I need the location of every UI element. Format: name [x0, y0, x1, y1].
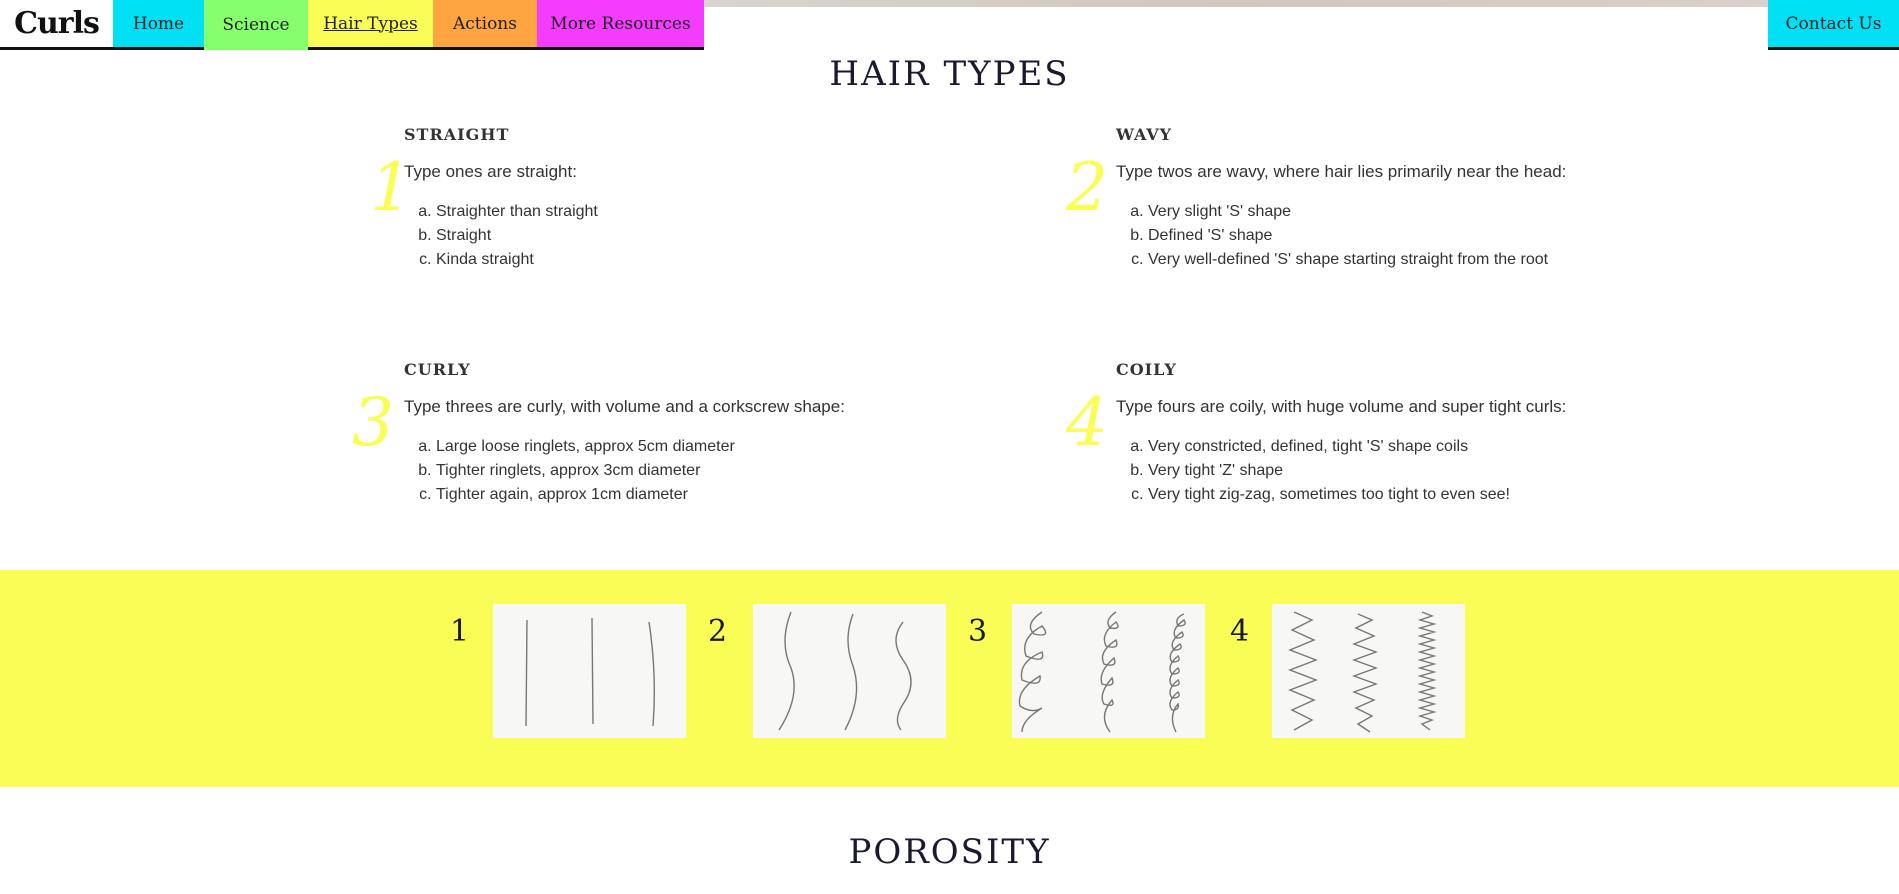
list-item: Very tight 'Z' shape	[1148, 459, 1576, 483]
list-item: Kinda straight	[436, 248, 924, 272]
nav-hair-types[interactable]: Hair Types	[308, 0, 433, 47]
type-description: Type fours are coily, with huge volume a…	[1116, 397, 1567, 416]
type-card-curly: CURLY Type threes are curly, with volume…	[404, 360, 924, 507]
list-item: Tighter again, approx 1cm diameter	[436, 483, 924, 507]
type-number-2: 2	[1066, 149, 1108, 226]
page-title: HAIR TYPES	[829, 54, 1070, 94]
type-heading: STRAIGHT	[404, 125, 510, 144]
type-list: Straighter than straight Straight Kinda …	[404, 200, 924, 272]
list-item: Very tight zig-zag, sometimes too tight …	[1148, 483, 1576, 507]
illustration-label-3: 3	[968, 614, 988, 649]
illustration-band: 1 2 3 4	[0, 570, 1899, 787]
list-item: Defined 'S' shape	[1148, 224, 1576, 248]
type-list: Very slight 'S' shape Defined 'S' shape …	[1116, 200, 1576, 272]
nav-more-resources[interactable]: More Resources	[537, 0, 704, 47]
type-list: Very constricted, defined, tight 'S' sha…	[1116, 435, 1576, 507]
list-item: Tighter ringlets, approx 3cm diameter	[436, 459, 924, 483]
type-list: Large loose ringlets, approx 5cm diamete…	[404, 435, 924, 507]
type-card-straight: STRAIGHT Type ones are straight: Straigh…	[404, 125, 924, 272]
illustration-label-1: 1	[450, 614, 470, 649]
type-card-coily: COILY Type fours are coily, with huge vo…	[1116, 360, 1576, 507]
straight-hair-sketch-icon	[493, 604, 686, 738]
curly-hair-sketch-icon	[1012, 604, 1205, 738]
illustration-label-4: 4	[1230, 614, 1250, 649]
type-card-wavy: WAVY Type twos are wavy, where hair lies…	[1116, 125, 1576, 272]
type-description: Type ones are straight:	[404, 162, 577, 181]
site-logo[interactable]: Curls	[0, 0, 113, 47]
type-description: Type threes are curly, with volume and a…	[404, 397, 845, 416]
coily-hair-sketch-icon	[1272, 604, 1465, 738]
list-item: Large loose ringlets, approx 5cm diamete…	[436, 435, 924, 459]
type-heading: COILY	[1116, 360, 1177, 379]
porosity-title: POROSITY	[848, 832, 1051, 872]
main-nav: Curls Home Science Hair Types Actions Mo…	[0, 0, 704, 50]
list-item: Straight	[436, 224, 924, 248]
nav-science[interactable]: Science	[204, 0, 308, 50]
hero-image-strip	[704, 0, 1768, 7]
type-heading: CURLY	[404, 360, 471, 379]
wavy-hair-sketch-icon	[753, 604, 946, 738]
list-item: Very constricted, defined, tight 'S' sha…	[1148, 435, 1576, 459]
list-item: Very slight 'S' shape	[1148, 200, 1576, 224]
type-number-4: 4	[1066, 384, 1108, 461]
illustration-label-2: 2	[708, 614, 728, 649]
nav-actions[interactable]: Actions	[433, 0, 537, 47]
type-heading: WAVY	[1116, 125, 1173, 144]
nav-contact-us[interactable]: Contact Us	[1768, 0, 1899, 50]
nav-home[interactable]: Home	[113, 0, 204, 47]
type-number-3: 3	[352, 384, 394, 461]
type-description: Type twos are wavy, where hair lies prim…	[1116, 162, 1567, 181]
list-item: Straighter than straight	[436, 200, 924, 224]
list-item: Very well-defined 'S' shape starting str…	[1148, 248, 1576, 272]
